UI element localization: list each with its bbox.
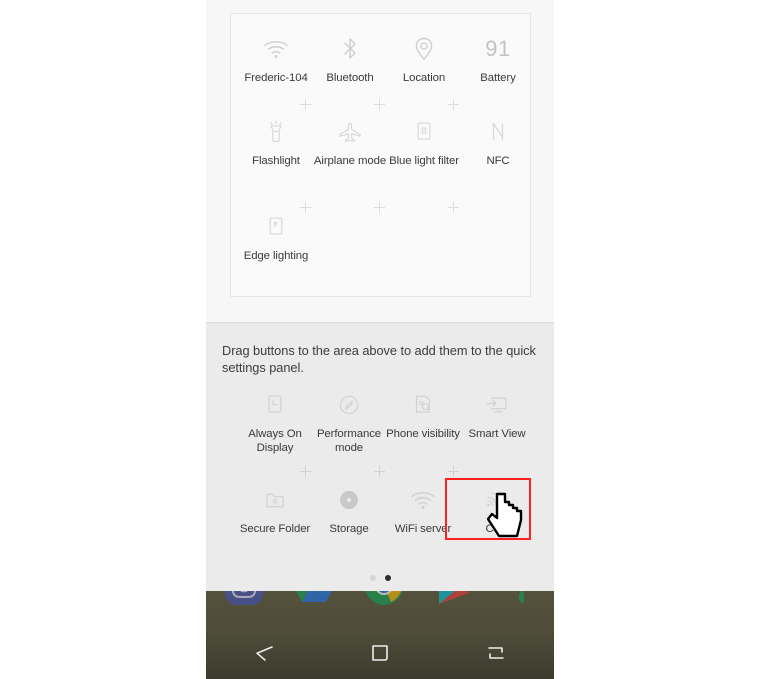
- secure-folder-icon: [238, 483, 312, 517]
- drawer-tile-phone-visibility[interactable]: Phone visibility: [386, 388, 460, 442]
- qs-tile-label: Location: [402, 72, 446, 84]
- qs-tile-nfc[interactable]: NFC: [461, 115, 535, 169]
- tile-separator-plus: [300, 99, 311, 110]
- edge-lighting-icon: [239, 210, 313, 244]
- phone-screen: Frederic-104 Bluetooth Location 91 Batte…: [206, 0, 554, 679]
- app-icon-google-drive: [296, 591, 332, 602]
- recents-icon: [488, 647, 504, 659]
- qs-tile-edge-lighting[interactable]: Edge lighting: [239, 210, 313, 264]
- battery-percentage-text: 91: [461, 32, 535, 66]
- pager-dot-2[interactable]: [384, 575, 391, 581]
- qs-tile-airplane-mode[interactable]: Airplane mode: [313, 115, 387, 169]
- always-on-display-icon: [238, 388, 312, 422]
- drawer-tile-secure-folder[interactable]: Secure Folder: [238, 483, 312, 537]
- home-app-row: [206, 591, 554, 609]
- nav-recents-button[interactable]: [473, 636, 519, 670]
- bluetooth-icon: [313, 32, 387, 66]
- tile-separator-plus: [374, 202, 385, 213]
- qs-tile-label: NFC: [486, 155, 510, 167]
- qs-tile-label: Frederic-104: [244, 72, 308, 84]
- tile-separator-plus: [374, 466, 385, 477]
- wifi-icon: [239, 32, 313, 66]
- drawer-tile-label: Phone visibility: [386, 428, 460, 440]
- qs-tile-label: Bluetooth: [326, 72, 374, 84]
- nfc-icon: [461, 115, 535, 149]
- pager-dot-1[interactable]: [369, 575, 376, 581]
- qs-tile-label: Flashlight: [252, 155, 300, 167]
- drawer-tile-label: Smart View: [468, 428, 526, 440]
- drawer-pager[interactable]: [206, 575, 554, 581]
- drawer-tile-label: Always On Display: [248, 428, 302, 454]
- tile-separator-plus: [300, 466, 311, 477]
- drawer-tile-label: Performance mode: [316, 428, 382, 454]
- drawer-tile-label: Secure Folder: [239, 523, 311, 535]
- qs-tile-label: Airplane mode: [313, 155, 387, 167]
- app-icon-play-store: [439, 591, 469, 604]
- drawer-tile-smart-view[interactable]: Smart View: [460, 388, 534, 442]
- tile-separator-plus: [448, 202, 459, 213]
- drawer-tile-storage[interactable]: Storage: [312, 483, 386, 537]
- drawer-hint-text: Drag buttons to the area above to add th…: [222, 343, 536, 375]
- tile-separator-plus: [448, 99, 459, 110]
- screenshot-root: Frederic-104 Bluetooth Location 91 Batte…: [0, 0, 779, 679]
- qs-tile-wifi[interactable]: Frederic-104: [239, 32, 313, 86]
- app-icon-photos: [518, 591, 538, 603]
- qs-tile-label: Edge lighting: [243, 250, 309, 262]
- tile-separator-plus: [448, 466, 459, 477]
- qs-tile-battery[interactable]: 91 Battery: [461, 32, 535, 86]
- flashlight-icon: [239, 115, 313, 149]
- location-pin-icon: [387, 32, 461, 66]
- home-square-icon: [372, 645, 388, 661]
- drawer-tile-always-on-display[interactable]: Always On Display: [238, 388, 312, 455]
- mouse-cursor-pointer-icon: [487, 492, 523, 538]
- drawer-tile-label: Storage: [329, 523, 369, 535]
- performance-gauge-icon: [312, 388, 386, 422]
- system-navigation-bar: [206, 627, 554, 679]
- quick-settings-card[interactable]: Frederic-104 Bluetooth Location 91 Batte…: [230, 13, 531, 297]
- available-buttons-drawer: Drag buttons to the area above to add th…: [206, 322, 554, 591]
- smart-view-icon: [460, 388, 534, 422]
- quick-settings-section: Frederic-104 Bluetooth Location 91 Batte…: [206, 0, 554, 322]
- drawer-tile-performance-mode[interactable]: Performance mode: [312, 388, 386, 455]
- dimmed-home-screen: [206, 591, 554, 679]
- blue-light-filter-icon: B: [387, 115, 461, 149]
- tile-separator-plus: [374, 99, 385, 110]
- back-arrow-icon: [256, 646, 273, 661]
- qs-tile-label: Blue light filter: [389, 155, 459, 167]
- qs-tile-label: Battery: [480, 72, 516, 84]
- svg-text:B: B: [421, 126, 427, 136]
- phone-visibility-icon: [386, 388, 460, 422]
- qs-tile-location[interactable]: Location: [387, 32, 461, 86]
- storage-disc-icon: [312, 483, 386, 517]
- nav-home-button[interactable]: [357, 636, 403, 670]
- qs-tile-blue-light-filter[interactable]: B Blue light filter: [387, 115, 461, 169]
- app-icon-instagram: [225, 591, 263, 605]
- qs-tile-flashlight[interactable]: Flashlight: [239, 115, 313, 169]
- airplane-icon: [313, 115, 387, 149]
- qs-tile-bluetooth[interactable]: Bluetooth: [313, 32, 387, 86]
- battery-value: 91: [485, 36, 511, 61]
- nav-back-button[interactable]: [241, 636, 287, 670]
- app-icon-chrome: [365, 591, 403, 605]
